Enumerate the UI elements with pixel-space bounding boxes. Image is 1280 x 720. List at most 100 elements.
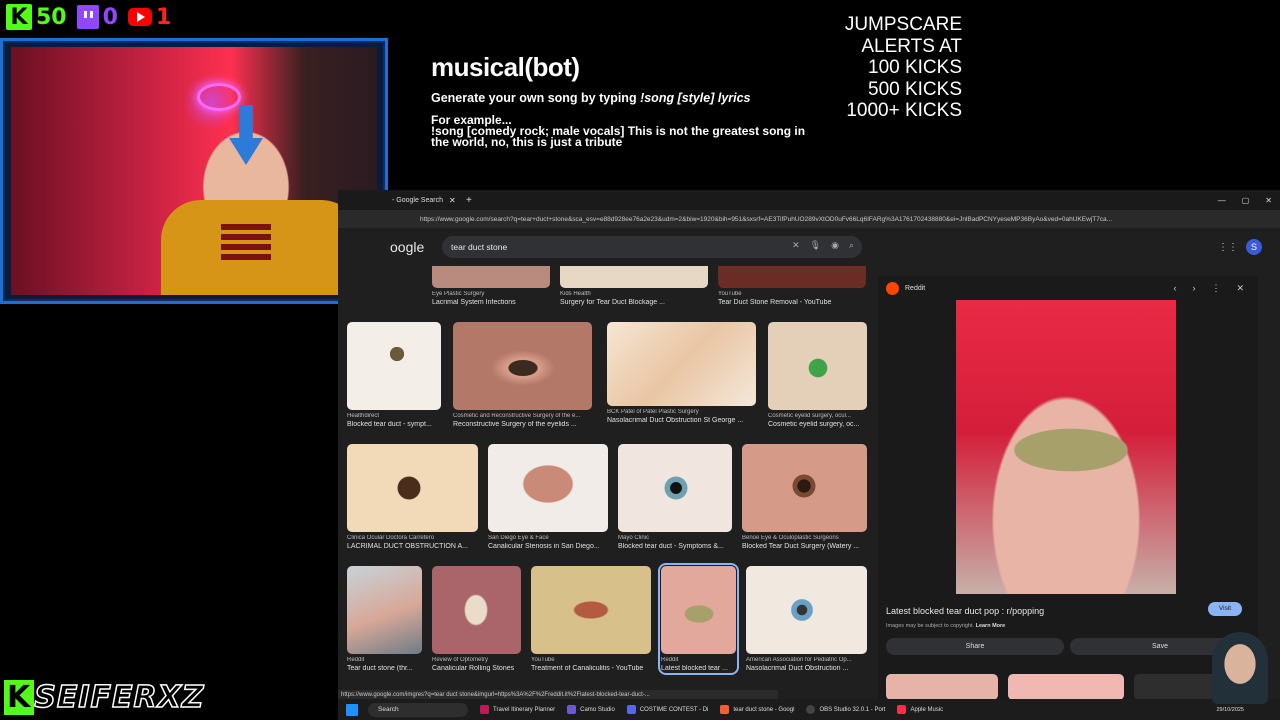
- result-image[interactable]: [746, 566, 867, 654]
- more-icon[interactable]: ⋮: [1211, 283, 1220, 294]
- result-image[interactable]: [768, 322, 867, 410]
- result-tile[interactable]: Cosmetic and Reconstructive Surgery of t…: [453, 322, 592, 428]
- new-tab-button[interactable]: +: [466, 195, 472, 206]
- result-image[interactable]: [432, 266, 550, 288]
- result-image[interactable]: [347, 322, 441, 410]
- kick-counter: K 50: [6, 4, 67, 30]
- result-tile[interactable]: San Diego Eye & Face Canalicular Stenosi…: [488, 444, 608, 550]
- kick-count: 50: [36, 4, 67, 30]
- result-tile[interactable]: Clinica Ocular Doctora Carretero LACRIMA…: [347, 444, 478, 550]
- result-image[interactable]: [347, 444, 478, 532]
- result-tile[interactable]: Benoe Eye & Oculoplastic Surgeons Blocke…: [742, 444, 867, 550]
- result-tile[interactable]: Reddit Tear duct stone (thr...: [347, 566, 422, 672]
- camera-icon[interactable]: ◉: [831, 240, 839, 251]
- taskbar: Search Travel Itinerary Planner Camo Stu…: [338, 699, 1280, 720]
- avatar[interactable]: S: [1246, 239, 1262, 255]
- result-image[interactable]: [607, 322, 756, 406]
- address-bar[interactable]: https://www.google.com/search?q=tear+duc…: [338, 210, 1280, 228]
- result-image[interactable]: [453, 322, 592, 410]
- follower-counters: K 50 0 1: [6, 4, 171, 30]
- mic-icon[interactable]: 🎙: [810, 240, 821, 251]
- app-icon: [480, 705, 489, 714]
- webcam-frame: [0, 38, 388, 304]
- result-tile[interactable]: YouTube Tear Duct Stone Removal - YouTub…: [718, 266, 866, 306]
- result-tile[interactable]: Mayo Clinic Blocked tear duct - Symptoms…: [618, 444, 732, 550]
- taskbar-app[interactable]: tear duct stone - Googl: [720, 705, 794, 714]
- result-image[interactable]: [432, 566, 521, 654]
- close-tab-icon[interactable]: ✕: [449, 196, 456, 205]
- image-results-grid: Eye Plastic Surgery Lacrimal System Infe…: [338, 266, 878, 690]
- close-preview-icon[interactable]: ✕: [1236, 283, 1244, 294]
- bot-example: For example... !song [comedy rock; male …: [431, 113, 806, 149]
- browser-icon: [720, 705, 730, 714]
- result-tile[interactable]: American Association for Pediatric Op...…: [746, 566, 867, 672]
- preview-image[interactable]: [956, 300, 1176, 594]
- browser-window: - Google Search ✕ + — ▢ ✕ https://www.go…: [338, 190, 1280, 700]
- apple-music-icon: [897, 705, 907, 714]
- browser-tab[interactable]: - Google Search ✕: [390, 190, 460, 210]
- prev-icon[interactable]: ‹: [1173, 283, 1176, 294]
- result-tile[interactable]: BCK Patel of Patel Plastic Surgery Nasol…: [607, 322, 756, 424]
- jumpscare-alerts: JUMPSCARE ALERTS AT 100 KICKS 500 KICKS …: [844, 14, 962, 121]
- bot-instruction: Generate your own song by typing !song […: [431, 91, 751, 105]
- twitch-count: 0: [102, 4, 118, 30]
- result-image[interactable]: [718, 266, 866, 288]
- result-image[interactable]: [531, 566, 651, 654]
- taskbar-search[interactable]: Search: [368, 702, 468, 717]
- tab-bar: - Google Search ✕ + — ▢ ✕: [338, 190, 1280, 210]
- maximize-icon[interactable]: ▢: [1242, 196, 1250, 205]
- related-image[interactable]: [1008, 674, 1124, 700]
- taskbar-app[interactable]: Apple Music: [897, 705, 943, 714]
- result-tile-selected[interactable]: Reddit Latest blocked tear ...: [658, 563, 739, 675]
- search-icon[interactable]: ⌕: [849, 240, 854, 251]
- result-image[interactable]: [742, 444, 867, 532]
- result-image[interactable]: [661, 566, 736, 654]
- result-image[interactable]: [347, 566, 422, 654]
- youtube-counter: 1: [127, 4, 172, 30]
- system-tray[interactable]: 29/10/2025: [1216, 707, 1280, 713]
- share-button[interactable]: Share: [886, 638, 1064, 655]
- taskbar-app[interactable]: Camo Studio: [567, 705, 615, 714]
- windows-start-icon[interactable]: [346, 703, 358, 716]
- youtube-count: 1: [155, 4, 172, 30]
- clear-icon[interactable]: ✕: [792, 240, 800, 251]
- visit-button[interactable]: Visit: [1208, 602, 1242, 616]
- preview-title[interactable]: Latest blocked tear duct pop : r/popping: [886, 606, 1044, 616]
- bot-command: !song [style] lyrics: [640, 91, 751, 105]
- result-image[interactable]: [560, 266, 708, 288]
- taskbar-app[interactable]: OBS Studio 32.0.1 - Port: [806, 705, 885, 714]
- search-input[interactable]: tear duct stone ✕ 🎙 ◉ ⌕: [442, 236, 862, 258]
- discord-icon: [626, 705, 636, 714]
- next-icon[interactable]: ›: [1192, 283, 1195, 294]
- google-header: oogle tear duct stone ✕ 🎙 ◉ ⌕ ⋮⋮ S: [338, 228, 1280, 268]
- preview-source[interactable]: Reddit: [905, 285, 925, 292]
- youtube-icon: [127, 8, 152, 26]
- costume-shirt: [161, 200, 361, 295]
- url-text: https://www.google.com/search?q=tear+duc…: [420, 215, 1113, 223]
- taskbar-app[interactable]: Travel Itinerary Planner: [480, 705, 555, 714]
- google-logo[interactable]: oogle: [390, 239, 424, 255]
- preview-nav: ‹ › ⋮ ✕: [1173, 283, 1258, 294]
- result-image[interactable]: [488, 444, 608, 532]
- twitch-icon: [76, 5, 99, 29]
- window-controls: — ▢ ✕: [1218, 196, 1280, 205]
- result-tile[interactable]: YouTube Treatment of Canaliculitis - You…: [531, 566, 651, 672]
- learn-more-link[interactable]: Learn More: [976, 623, 1006, 629]
- channel-brand-logo: K SEIFERXZ: [4, 679, 204, 716]
- result-tile[interactable]: Kids Health Surgery for Tear Duct Blocka…: [560, 266, 708, 306]
- result-tile[interactable]: Healthdirect Blocked tear duct - sympt..…: [347, 322, 441, 428]
- neon-planet-sign: [197, 83, 241, 111]
- close-window-icon[interactable]: ✕: [1265, 196, 1272, 205]
- result-image[interactable]: [618, 444, 732, 532]
- related-image[interactable]: [886, 674, 998, 700]
- result-tile[interactable]: Cosmetic eyelid surgery, ocul... Cosmeti…: [768, 322, 867, 428]
- twitch-counter: 0: [76, 4, 118, 30]
- obs-icon: [806, 705, 816, 714]
- minimize-icon[interactable]: —: [1218, 196, 1226, 205]
- copyright-note: Images may be subject to copyright. Lear…: [886, 623, 1006, 629]
- result-tile[interactable]: Eye Plastic Surgery Lacrimal System Infe…: [432, 266, 550, 306]
- taskbar-app[interactable]: COSTIME CONTEST - Di: [626, 705, 708, 714]
- webcam-feed: [11, 47, 377, 295]
- result-tile[interactable]: Review of Optometry Canalicular Rolling …: [432, 566, 521, 672]
- apps-grid-icon[interactable]: ⋮⋮: [1218, 242, 1238, 253]
